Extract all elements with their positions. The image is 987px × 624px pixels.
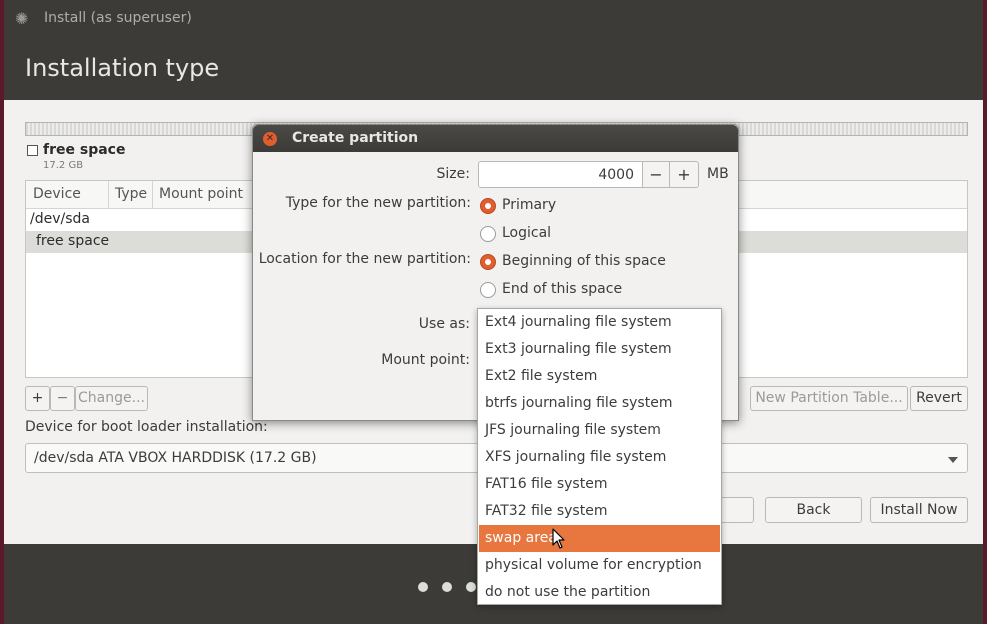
new-partition-table-button[interactable]: New Partition Table... (750, 386, 908, 411)
dialog-titlebar: ✕ Create partition (253, 125, 738, 152)
use-as-option[interactable]: FAT16 file system (479, 471, 720, 498)
radio-end[interactable] (480, 282, 496, 298)
use-as-option[interactable]: FAT32 file system (479, 498, 720, 525)
progress-dot (442, 582, 452, 592)
use-as-option[interactable]: Ext3 journaling file system (479, 336, 720, 363)
use-as-option[interactable]: swap area (479, 525, 720, 552)
partition-location-label: Location for the new partition: (258, 251, 471, 267)
page-title: Installation type (25, 54, 220, 82)
window-titlebar: ✺ Install (as superuser) Installation ty… (4, 0, 983, 100)
row-device: free space (36, 233, 110, 249)
revert-button[interactable]: Revert (910, 386, 968, 411)
column-header-device[interactable]: Device (33, 186, 81, 202)
mouse-pointer-icon (552, 528, 565, 549)
mount-point-label: Mount point: (381, 352, 470, 368)
window-edge-right (983, 0, 987, 624)
column-divider (108, 181, 109, 208)
use-as-option[interactable]: do not use the partition (479, 579, 720, 606)
close-icon[interactable]: ✕ (263, 132, 277, 146)
use-as-option[interactable]: Ext2 file system (479, 363, 720, 390)
bootloader-label: Device for boot loader installation: (25, 419, 268, 435)
free-space-legend-swatch (27, 145, 38, 156)
bootloader-device-value: /dev/sda ATA VBOX HARDDISK (17.2 GB) (34, 450, 317, 466)
size-decrement-button[interactable]: − (642, 161, 670, 188)
use-as-option[interactable]: physical volume for encryption (479, 552, 720, 579)
use-as-option[interactable]: XFS journaling file system (479, 444, 720, 471)
column-header-type[interactable]: Type (115, 186, 147, 202)
size-label: Size: (436, 166, 470, 182)
use-as-label: Use as: (418, 316, 470, 332)
use-as-option[interactable]: btrfs journaling file system (479, 390, 720, 417)
remove-partition-button[interactable]: − (50, 386, 75, 411)
size-input[interactable]: 4000 (478, 161, 643, 188)
chevron-down-icon (948, 457, 958, 463)
partition-type-label: Type for the new partition: (285, 195, 471, 211)
radio-logical[interactable] (480, 226, 496, 242)
use-as-option[interactable]: JFS journaling file system (479, 417, 720, 444)
size-unit-label: MB (707, 166, 729, 182)
radio-beginning[interactable] (480, 254, 496, 270)
window-title: Install (as superuser) (44, 10, 192, 26)
column-header-mount-point[interactable]: Mount point (159, 186, 243, 202)
free-space-legend-size: 17.2 GB (43, 160, 84, 171)
free-space-legend-label: free space (43, 142, 126, 158)
progress-dot (418, 582, 428, 592)
radio-beginning-label[interactable]: Beginning of this space (502, 253, 666, 269)
install-now-button[interactable]: Install Now (870, 497, 968, 523)
change-partition-button[interactable]: Change... (75, 386, 148, 411)
radio-primary-label[interactable]: Primary (502, 197, 556, 213)
column-divider (152, 181, 153, 208)
back-button[interactable]: Back (765, 497, 862, 523)
radio-end-label[interactable]: End of this space (502, 281, 622, 297)
add-partition-button[interactable]: + (25, 386, 50, 411)
size-increment-button[interactable]: + (669, 161, 699, 188)
gear-icon: ✺ (15, 9, 29, 28)
progress-dot (466, 582, 476, 592)
use-as-option[interactable]: Ext4 journaling file system (479, 309, 720, 336)
dialog-title: Create partition (292, 130, 419, 146)
radio-primary[interactable] (480, 198, 496, 214)
use-as-dropdown-list[interactable]: Ext4 journaling file system Ext3 journali… (477, 308, 722, 605)
row-device: /dev/sda (30, 211, 90, 227)
quit-button[interactable] (720, 497, 754, 523)
radio-logical-label[interactable]: Logical (502, 225, 551, 241)
